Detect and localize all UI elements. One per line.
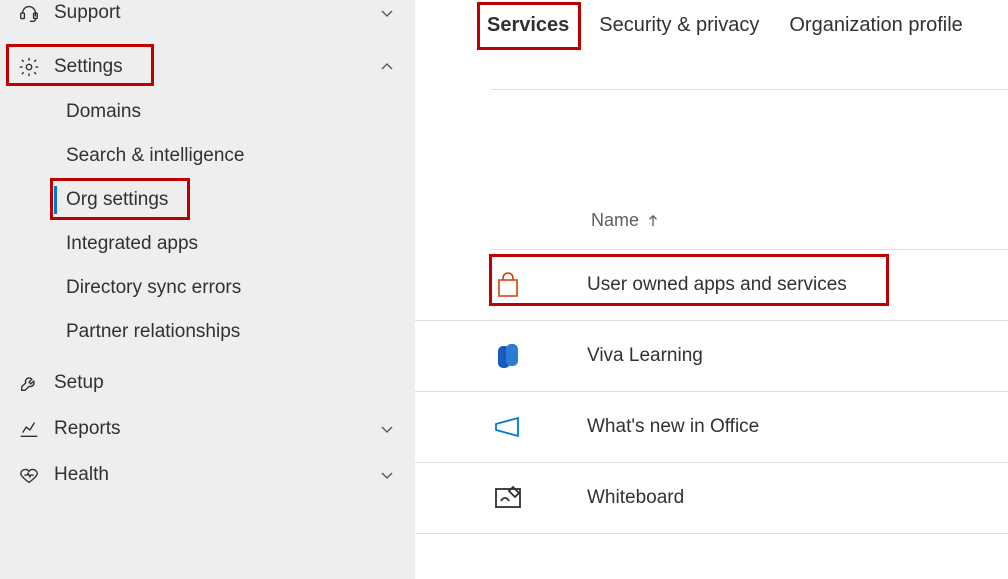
service-row-whats-new-office[interactable]: What's new in Office [415,392,1008,463]
sidebar-item-label: Support [54,2,379,24]
chevron-down-icon [379,421,395,437]
chevron-down-icon [379,5,395,21]
sidebar-sub-domains[interactable]: Domains [0,90,415,134]
sidebar-item-support[interactable]: Support [0,0,415,36]
sidebar-item-label: Settings [54,56,379,78]
sidebar-sub-directory-sync-errors[interactable]: Directory sync errors [0,266,415,310]
sidebar-item-label: Setup [54,372,395,394]
tab-label: Services [487,14,569,36]
sidebar-sub-label: Partner relationships [66,321,240,342]
whiteboard-icon [491,481,587,515]
sidebar: Support Settings Domains Search & intell… [0,0,415,579]
tab-organization-profile[interactable]: Organization profile [787,8,964,47]
sidebar-item-health[interactable]: Health [0,452,415,498]
arrow-up-icon [647,214,659,228]
service-row-label: Viva Learning [587,345,703,367]
service-row-label: Whiteboard [587,487,684,509]
megaphone-icon [491,410,587,444]
divider [491,89,1008,90]
chevron-down-icon [379,467,395,483]
sidebar-sub-org-settings[interactable]: Org settings [0,178,415,222]
main-content: Services Security & privacy Organization… [415,0,1008,579]
service-row-label: User owned apps and services [587,274,847,296]
sidebar-item-reports[interactable]: Reports [0,406,415,452]
sidebar-sub-label: Domains [66,101,141,122]
column-header-name[interactable]: Name [591,210,1008,249]
sidebar-sub-integrated-apps[interactable]: Integrated apps [0,222,415,266]
viva-learning-icon [491,339,587,373]
service-row-user-owned-apps[interactable]: User owned apps and services [415,250,1008,321]
tab-security-privacy[interactable]: Security & privacy [597,8,761,47]
service-row-viva-learning[interactable]: Viva Learning [415,321,1008,392]
sidebar-sub-label: Directory sync errors [66,277,241,298]
sidebar-sub-label: Integrated apps [66,233,198,254]
sidebar-item-settings[interactable]: Settings [0,44,415,90]
sidebar-item-label: Health [54,464,379,486]
chart-icon [18,418,54,440]
sidebar-item-label: Reports [54,418,379,440]
headset-icon [18,2,54,24]
tab-label: Organization profile [789,14,962,36]
tabs: Services Security & privacy Organization… [415,8,1008,47]
sidebar-sub-label: Search & intelligence [66,145,245,166]
shopping-bag-icon [491,268,587,302]
gear-icon [18,56,54,78]
sidebar-item-setup[interactable]: Setup [0,360,415,406]
sidebar-sub-search-intelligence[interactable]: Search & intelligence [0,134,415,178]
service-row-whiteboard[interactable]: Whiteboard [415,463,1008,534]
heart-icon [18,464,54,486]
service-row-label: What's new in Office [587,416,759,438]
tab-label: Security & privacy [599,14,759,36]
sidebar-sub-partner-relationships[interactable]: Partner relationships [0,310,415,354]
wrench-icon [18,372,54,394]
chevron-up-icon [379,59,395,75]
sidebar-sub-label: Org settings [66,189,168,210]
tab-services[interactable]: Services [485,8,571,47]
column-header-label: Name [591,210,639,231]
